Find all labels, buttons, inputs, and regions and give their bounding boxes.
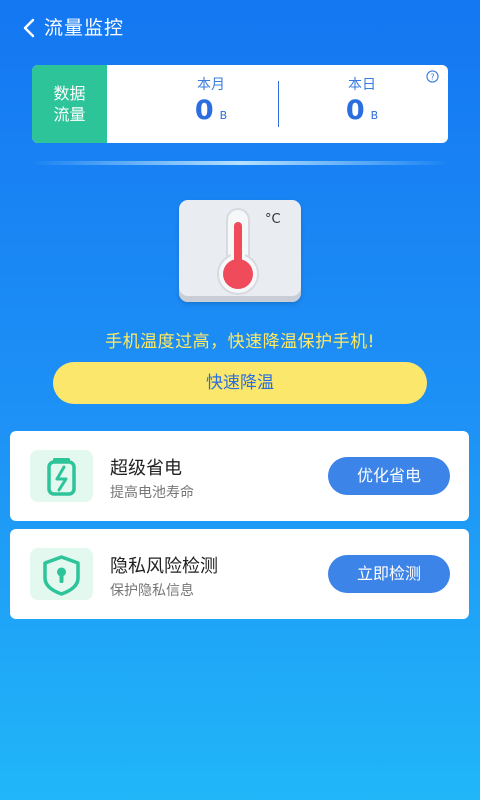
day-unit: B [370,109,379,122]
privacy-check-subtitle: 保护隐私信息 [110,583,194,599]
month-value: 0B [136,95,286,126]
quick-cool-button[interactable]: 快速降温 [53,362,427,404]
day-value: 0B [287,95,437,126]
celsius-unit: °C [265,212,281,227]
traffic-label-line1: 数据 [53,84,86,103]
month-number: 0 [194,95,214,126]
shield-lock-icon [30,548,93,600]
battery-charge-icon [30,450,93,502]
traffic-label: 数据 流量 [32,65,107,143]
thermometer-panel: °C [179,200,301,302]
glow-divider [30,161,450,165]
month-stat: 本月 0B [136,65,286,143]
day-label: 本日 [348,77,376,93]
traffic-card: 数据 流量 本月 0B 本日 0B ? [32,65,448,143]
day-number: 0 [345,95,365,126]
privacy-check-title: 隐私风险检测 [110,556,218,577]
svg-text:?: ? [430,71,434,81]
chevron-left-icon[interactable] [18,16,42,40]
detect-now-button[interactable]: 立即检测 [328,555,450,593]
traffic-label-line2: 流量 [53,105,86,124]
page-title: 流量监控 [44,17,125,39]
month-unit: B [219,109,228,122]
day-stat: 本日 0B [287,65,437,143]
optimize-power-button[interactable]: 优化省电 [328,457,450,495]
month-label: 本月 [197,77,225,93]
power-saving-title: 超级省电 [110,458,182,479]
power-saving-subtitle: 提高电池寿命 [110,485,194,501]
overheat-warning: 手机温度过高，快速降温保护手机! [105,332,375,352]
power-saving-card: 超级省电 提高电池寿命 优化省电 [10,431,469,521]
thermometer-icon [217,208,259,295]
top-bar: 流量监控 [0,0,480,56]
question-circle-icon[interactable]: ? [426,70,439,83]
stat-divider [278,81,279,127]
privacy-check-card: 隐私风险检测 保护隐私信息 立即检测 [10,529,469,619]
